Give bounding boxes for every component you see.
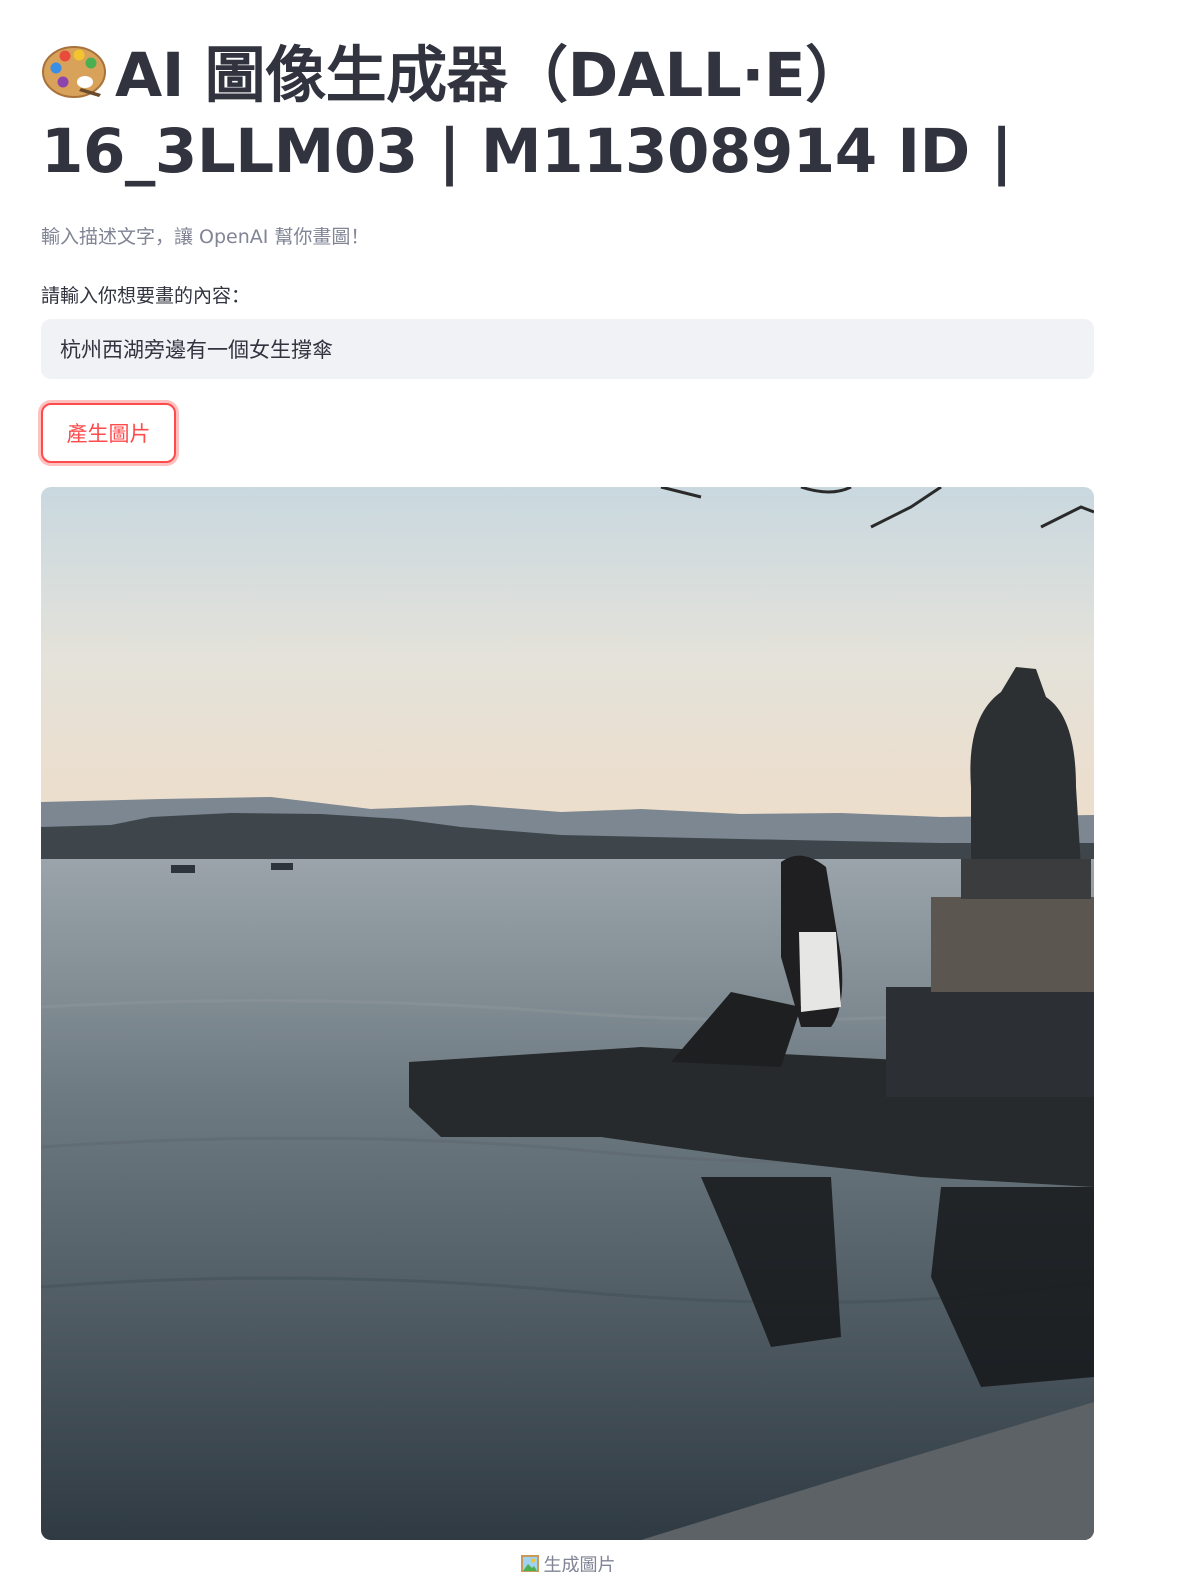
prompt-input-label: 請輸入你想要畫的內容： <box>41 285 251 307</box>
title-line-2: 16_3LLM03 | M11308914 ID | <box>41 116 1013 187</box>
subtitle-text: 輸入描述文字，讓 OpenAI 幫你畫圖！ <box>41 226 370 248</box>
lake-scene-image <box>41 487 1094 1540</box>
generate-image-button[interactable]: 產生圖片 <box>41 403 176 463</box>
framed-picture-icon <box>520 1555 539 1572</box>
page-title: AI 圖像生成器（DALL·E） 16_3LLM03 | M11308914 I… <box>41 38 1141 190</box>
image-caption: 生成圖片 <box>0 1551 1135 1572</box>
image-caption-text: 生成圖片 <box>543 1555 616 1572</box>
app-page: AI 圖像生成器（DALL·E） 16_3LLM03 | M11308914 I… <box>0 0 1192 1572</box>
generated-image <box>41 487 1094 1540</box>
title-line-1: AI 圖像生成器（DALL·E） <box>41 38 1141 114</box>
title-text-line-1: AI 圖像生成器（DALL·E） <box>115 40 866 111</box>
prompt-input[interactable] <box>41 319 1094 379</box>
artist-palette-icon <box>42 46 106 98</box>
